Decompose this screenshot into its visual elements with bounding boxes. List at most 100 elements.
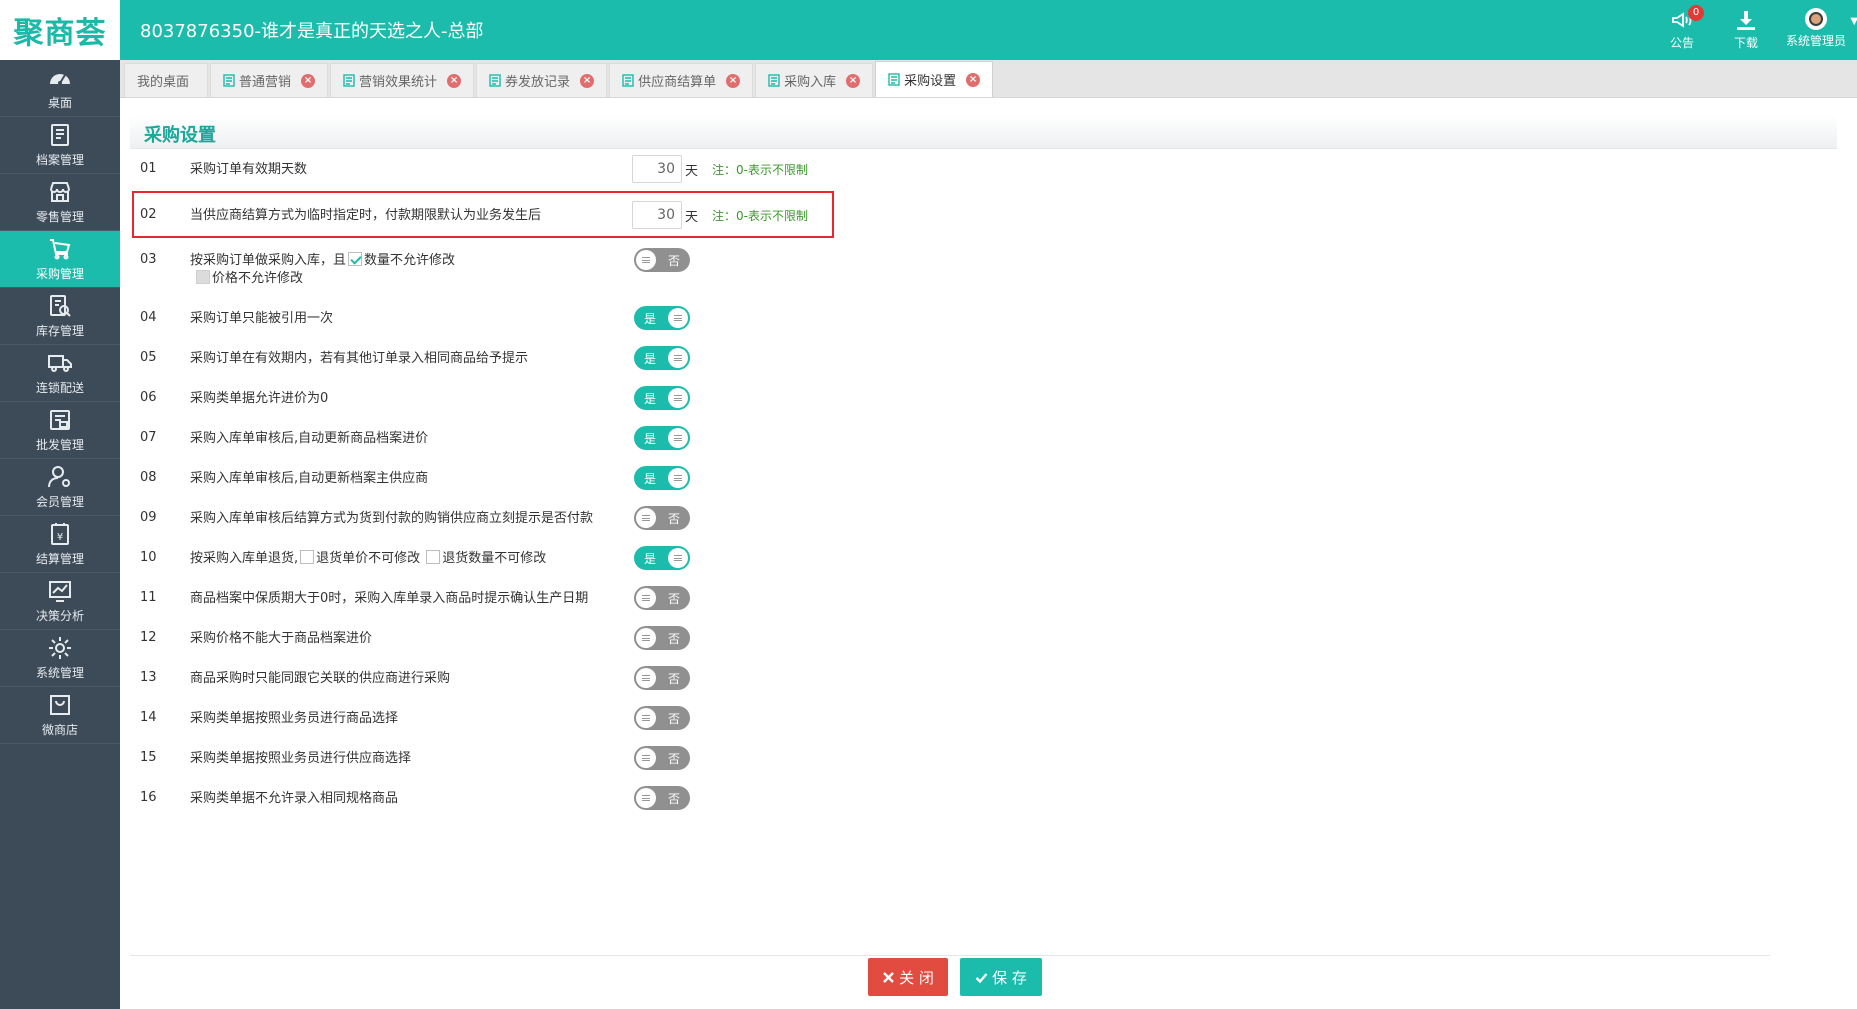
tab-my-desktop[interactable]: 我的桌面: [124, 63, 209, 97]
gear-icon: [49, 637, 71, 659]
sidebar-item-settlement[interactable]: ¥ 结算管理: [0, 516, 120, 573]
sidebar-item-label: 桌面: [47, 96, 72, 110]
check-icon: [975, 972, 988, 983]
toggle-label: 否: [667, 512, 680, 526]
sidebar-item-label: 档案管理: [35, 153, 84, 167]
note-text: 注：0-表示不限制: [712, 162, 808, 177]
close-icon[interactable]: ×: [447, 73, 462, 88]
toggle-label: 是: [644, 472, 657, 486]
tab-normal-marketing[interactable]: 普通营销 ×: [210, 63, 329, 97]
sidebar-item-microshop[interactable]: 微商店: [0, 687, 120, 744]
app-title: 8037876350-谁才是真正的天选之人-总部: [140, 21, 484, 42]
sidebar-item-label: 系统管理: [35, 666, 84, 680]
close-icon[interactable]: ×: [966, 72, 981, 87]
sidebar-item-desktop[interactable]: 桌面: [0, 60, 120, 117]
document-icon: [888, 73, 900, 86]
checkbox-label: 数量不允许修改: [364, 253, 456, 268]
sidebar-item-analysis[interactable]: 决策分析: [0, 573, 120, 630]
tab-coupon-records[interactable]: 券发放记录 ×: [476, 63, 608, 97]
row-number: 16: [140, 790, 157, 805]
toggle-switch[interactable]: 否: [634, 746, 690, 770]
logo[interactable]: 聚商荟: [0, 0, 120, 60]
sidebar-item-inventory[interactable]: 库存管理: [0, 288, 120, 345]
toggle-switch[interactable]: 是: [634, 466, 690, 490]
row-number: 11: [140, 590, 157, 605]
tab-bar: 我的桌面 普通营销 × 营销效果统计 × 券发放记录 × 供应商结算单 × 采购入库 × …: [120, 60, 1857, 98]
sidebar-item-delivery[interactable]: 连锁配送: [0, 345, 120, 402]
row-number: 08: [140, 470, 157, 485]
sidebar-item-label: 采购管理: [35, 267, 84, 281]
row-number: 06: [140, 390, 157, 405]
document-icon: [622, 74, 634, 87]
checkbox-return-qty-locked[interactable]: [426, 550, 441, 564]
toggle-switch[interactable]: 否: [634, 506, 690, 530]
notice-label: 公告: [1670, 36, 1695, 50]
toggle-label: 是: [644, 392, 657, 406]
toggle-switch[interactable]: 否: [634, 248, 690, 272]
sidebar-item-retail[interactable]: 零售管理: [0, 174, 120, 231]
checkbox-price-locked[interactable]: [196, 270, 210, 284]
checkbox-qty-locked[interactable]: [348, 252, 363, 266]
cart-icon: [50, 239, 71, 260]
close-icon[interactable]: ×: [580, 73, 595, 88]
toggle-knob-icon: [636, 250, 656, 270]
row-number: 14: [140, 710, 157, 725]
sidebar-item-wholesale[interactable]: 批发管理: [0, 402, 120, 459]
tab-label: 采购入库: [784, 75, 837, 90]
row-number: 05: [140, 350, 157, 365]
sidebar-item-archive[interactable]: 档案管理: [0, 117, 120, 174]
payment-term-input[interactable]: [632, 201, 682, 229]
tab-purchase-settings[interactable]: 采购设置 ×: [875, 61, 994, 97]
download-label: 下载: [1734, 36, 1759, 50]
toggle-switch[interactable]: 是: [634, 546, 690, 570]
download-button[interactable]: 下载: [1734, 8, 1758, 51]
row-number: 04: [140, 310, 157, 325]
save-button[interactable]: 保 存: [960, 958, 1042, 996]
sidebar-item-label: 会员管理: [35, 495, 84, 509]
sidebar-item-label: 库存管理: [35, 324, 84, 338]
toggle-switch[interactable]: 否: [634, 666, 690, 690]
valid-days-input[interactable]: [632, 155, 682, 183]
toggle-knob-icon: [668, 548, 688, 568]
note-text: 注：0-表示不限制: [712, 208, 808, 223]
toggle-label: 是: [644, 552, 657, 566]
sidebar-item-member[interactable]: 会员管理: [0, 459, 120, 516]
close-icon[interactable]: ×: [301, 73, 316, 88]
footer-divider: [130, 955, 1770, 956]
toggle-switch[interactable]: 否: [634, 706, 690, 730]
row-number: 10: [140, 550, 157, 565]
sidebar-item-system[interactable]: 系统管理: [0, 630, 120, 687]
toggle-label: 是: [644, 312, 657, 326]
sidebar-item-purchase[interactable]: 采购管理: [0, 231, 120, 288]
toggle-switch[interactable]: 是: [634, 386, 690, 410]
toggle-label: 否: [667, 254, 680, 268]
toggle-switch[interactable]: 是: [634, 306, 690, 330]
row-label: 商品采购时只能同跟它关联的供应商进行采购: [190, 671, 451, 686]
toggle-switch[interactable]: 否: [634, 786, 690, 810]
notice-button[interactable]: 0 公告: [1670, 5, 1704, 51]
toggle-switch[interactable]: 否: [634, 586, 690, 610]
document-icon: [343, 74, 355, 87]
wholesale-icon: [50, 410, 70, 430]
close-icon[interactable]: ×: [846, 73, 861, 88]
checkbox-return-price-locked[interactable]: [300, 550, 315, 564]
toggle-switch[interactable]: 否: [634, 626, 690, 650]
row-label: 采购类单据按照业务员进行供应商选择: [190, 751, 412, 766]
close-icon[interactable]: ×: [726, 73, 741, 88]
close-button[interactable]: 关 闭: [868, 958, 948, 996]
checkbox-label: 退货单价不可修改: [316, 551, 421, 566]
user-menu[interactable]: ▼ 系统管理员: [1786, 8, 1857, 49]
sidebar-item-label: 结算管理: [35, 552, 84, 566]
tab-marketing-stats[interactable]: 营销效果统计 ×: [330, 63, 475, 97]
sidebar-item-label: 微商店: [41, 723, 78, 737]
tab-purchase-inbound[interactable]: 采购入库 ×: [755, 63, 874, 97]
tab-supplier-settlement[interactable]: 供应商结算单 ×: [609, 63, 754, 97]
row-label: 采购类单据允许进价为0: [190, 391, 329, 406]
toggle-switch[interactable]: 是: [634, 346, 690, 370]
sidebar-item-label: 批发管理: [35, 438, 84, 452]
row-label: 采购订单只能被引用一次: [190, 311, 334, 326]
toggle-knob-icon: [636, 708, 656, 728]
toggle-switch[interactable]: 是: [634, 426, 690, 450]
close-button-label: 关 闭: [899, 968, 934, 987]
top-header: 聚商荟 8037876350-谁才是真正的天选之人-总部 0 公告 下载 ▼ 系…: [0, 0, 1857, 60]
